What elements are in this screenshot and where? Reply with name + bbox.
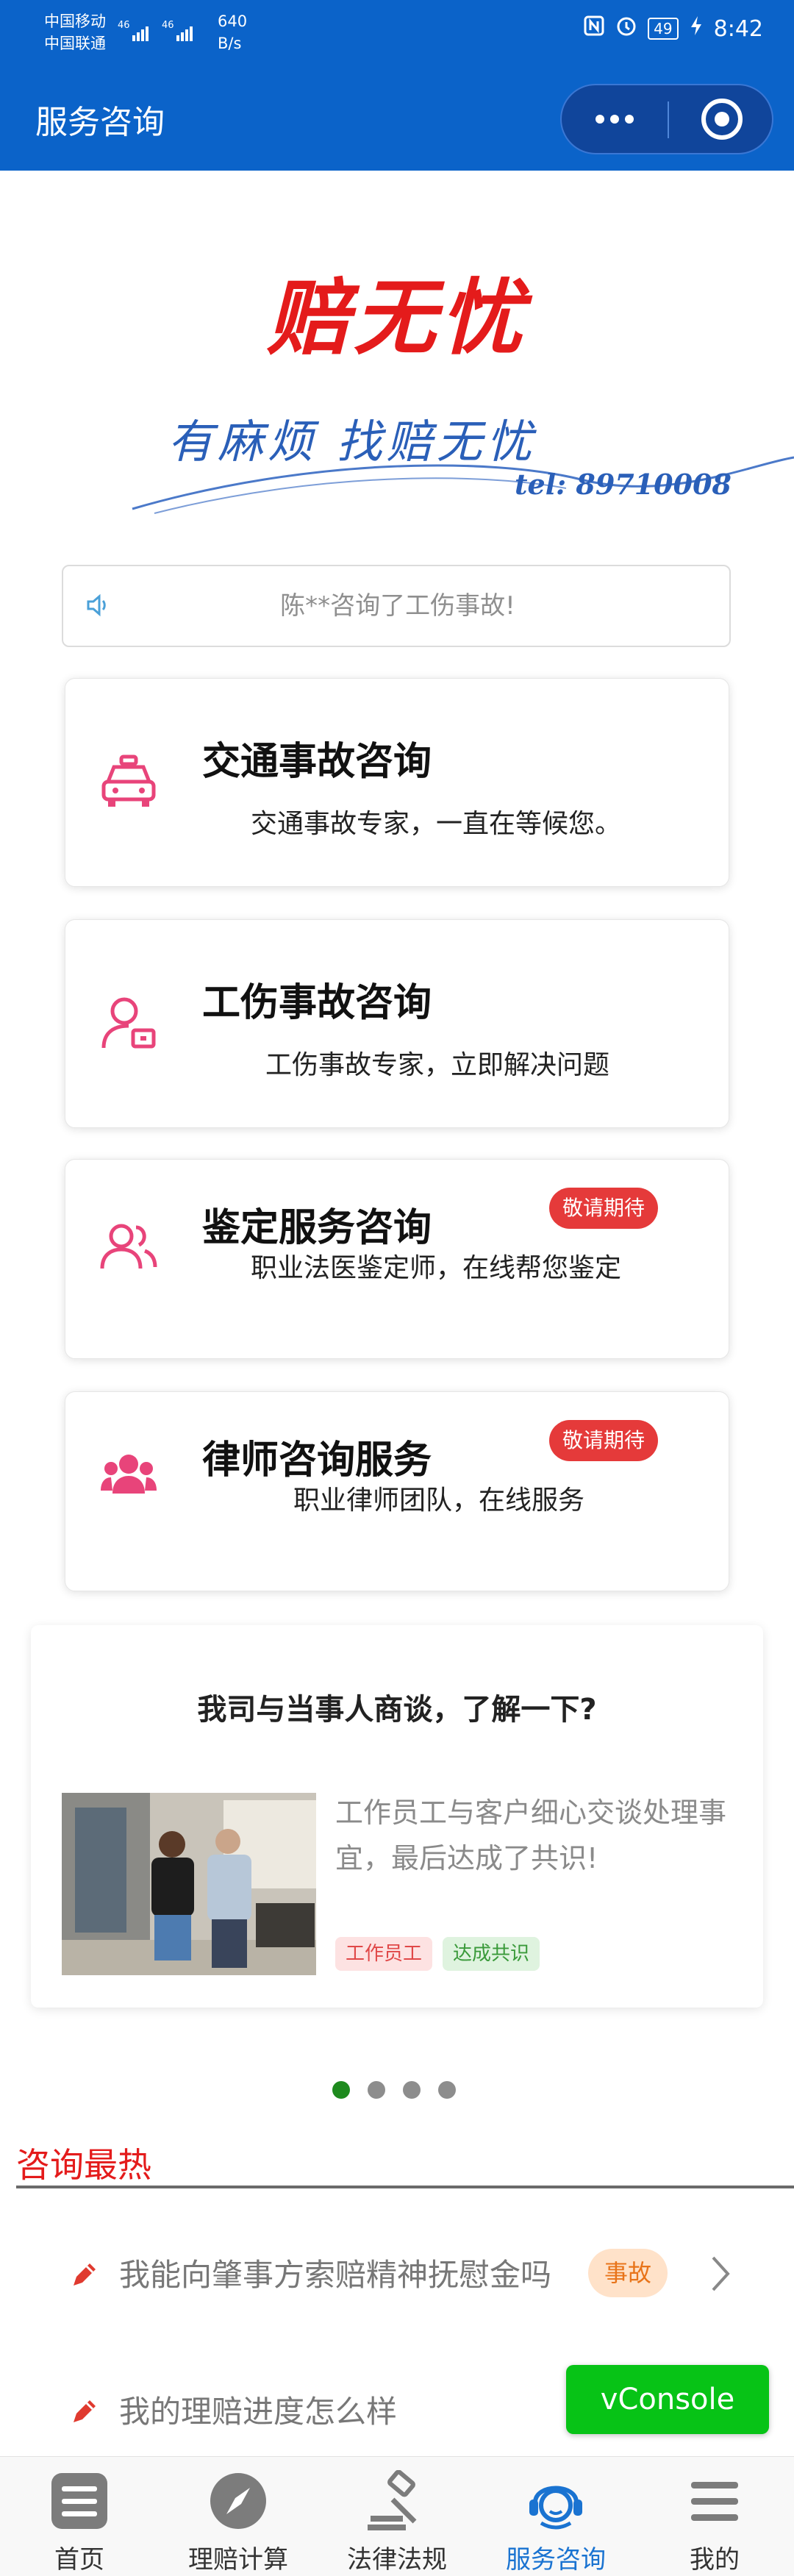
worker-icon — [99, 993, 158, 1052]
news-photo — [62, 1793, 316, 1975]
bottom-tab-bar: 首页 理赔计算 法律法规 服务咨询 我的 — [0, 2456, 794, 2576]
service-title: 律师咨询服务 — [202, 1438, 432, 1483]
service-card-appraisal[interactable]: 鉴定服务咨询 敬请期待 职业法医鉴定师，在线帮您鉴定 — [65, 1159, 729, 1359]
service-card-traffic[interactable]: 交通事故咨询 交通事故专家，一直在等候您。 — [65, 678, 729, 887]
team-icon — [99, 1442, 158, 1501]
tab-label: 服务咨询 — [506, 2545, 606, 2575]
news-tag: 达成共识 — [443, 1937, 540, 1971]
carousel-indicator — [332, 2081, 456, 2099]
brand-banner: 赔无忧 有麻烦 找赔无忧 tel: 89710008 — [0, 171, 794, 553]
service-subtitle: 工伤事故专家，立即解决问题 — [265, 1050, 610, 1080]
page-title: 服务咨询 — [35, 104, 165, 141]
hot-question-item[interactable]: 我能向肇事方索赔精神抚慰金吗 事故 — [0, 2230, 794, 2318]
coming-soon-badge: 敬请期待 — [549, 1420, 659, 1461]
hot-section-title: 咨询最热 — [16, 2145, 151, 2185]
service-card-lawyer[interactable]: 律师咨询服务 敬请期待 职业律师团队，在线服务 — [65, 1391, 729, 1591]
signal-icon: 46 46 — [118, 18, 206, 50]
carousel-dot[interactable] — [368, 2081, 385, 2099]
notice-text: 陈**咨询了工伤事故! — [280, 591, 515, 621]
service-icon — [525, 2470, 587, 2532]
tab-calc[interactable]: 理赔计算 — [159, 2457, 318, 2576]
pencil-icon — [71, 2397, 99, 2428]
charging-icon — [689, 15, 704, 43]
carousel-dot[interactable] — [438, 2081, 456, 2099]
chevron-right-icon — [706, 2252, 735, 2299]
brand-tel: tel: 89710008 — [515, 468, 732, 501]
compass-icon — [207, 2470, 269, 2532]
tab-label: 法律法规 — [347, 2545, 447, 2575]
gavel-icon — [366, 2469, 428, 2532]
status-bar: 中国移动 中国联通 46 46 640 B/s 49 8:42 — [0, 0, 794, 71]
coming-soon-badge: 敬请期待 — [549, 1188, 659, 1229]
carrier-2: 中国联通 — [44, 35, 106, 52]
tab-label: 理赔计算 — [188, 2545, 288, 2575]
service-title: 交通事故咨询 — [202, 740, 432, 784]
vconsole-button[interactable]: vConsole — [566, 2365, 769, 2434]
carousel-dot[interactable] — [403, 2081, 421, 2099]
taxi-icon — [99, 752, 158, 811]
service-title: 工伤事故咨询 — [202, 981, 432, 1025]
tab-law[interactable]: 法律法规 — [318, 2457, 476, 2576]
app-header: 中国移动 中国联通 46 46 640 B/s 49 8:42 服务咨询 — [0, 0, 794, 171]
speed-value: 640 — [218, 13, 248, 30]
news-title: 我司与当事人商谈，了解一下? — [197, 1693, 597, 1727]
home-icon — [49, 2470, 110, 2532]
menu-icon — [684, 2470, 745, 2532]
service-subtitle: 交通事故专家，一直在等候您。 — [251, 809, 622, 839]
more-button[interactable] — [562, 85, 668, 153]
tab-label: 首页 — [54, 2545, 104, 2575]
brand-logo: 赔无忧 — [267, 270, 527, 366]
status-icons: 49 8:42 — [583, 15, 763, 43]
battery-icon: 49 — [648, 18, 679, 40]
tab-label: 我的 — [690, 2545, 740, 2575]
news-tag: 工作员工 — [335, 1937, 433, 1971]
news-card[interactable]: 我司与当事人商谈，了解一下? 工作员工与客户细心交谈处理事宜，最后达成了共识! … — [31, 1625, 763, 2008]
section-divider — [16, 2186, 794, 2188]
capsule-divider — [668, 101, 669, 138]
clock-time: 8:42 — [713, 15, 763, 42]
svg-text:46: 46 — [118, 20, 130, 31]
svg-text:46: 46 — [162, 20, 174, 31]
close-button[interactable] — [701, 99, 743, 140]
carrier-1: 中国移动 — [44, 13, 106, 30]
notice-bar[interactable]: 陈**咨询了工伤事故! — [62, 565, 731, 647]
service-subtitle: 职业律师团队，在线服务 — [293, 1485, 585, 1516]
hot-question-text: 我能向肇事方索赔精神抚慰金吗 — [119, 2257, 552, 2293]
speed-unit: B/s — [218, 35, 242, 52]
tab-mine[interactable]: 我的 — [635, 2457, 794, 2576]
miniprogram-capsule — [560, 84, 773, 154]
tab-service[interactable]: 服务咨询 — [476, 2457, 635, 2576]
category-tag: 事故 — [588, 2249, 668, 2297]
carousel-dot[interactable] — [332, 2081, 350, 2099]
hot-question-text: 我的理赔进度怎么样 — [119, 2394, 398, 2430]
service-card-injury[interactable]: 工伤事故咨询 工伤事故专家，立即解决问题 — [65, 919, 729, 1128]
service-subtitle: 职业法医鉴定师，在线帮您鉴定 — [251, 1253, 622, 1283]
service-title: 鉴定服务咨询 — [202, 1206, 432, 1250]
nfc-icon — [583, 15, 605, 43]
users-icon — [99, 1216, 158, 1274]
alarm-icon — [615, 15, 637, 43]
pencil-icon — [71, 2261, 99, 2291]
news-description: 工作员工与客户细心交谈处理事宜，最后达成了共识! — [335, 1797, 727, 1874]
carrier-info: 中国移动 中国联通 — [44, 10, 106, 54]
network-speed: 640 B/s — [218, 10, 247, 54]
tab-home[interactable]: 首页 — [0, 2457, 159, 2576]
